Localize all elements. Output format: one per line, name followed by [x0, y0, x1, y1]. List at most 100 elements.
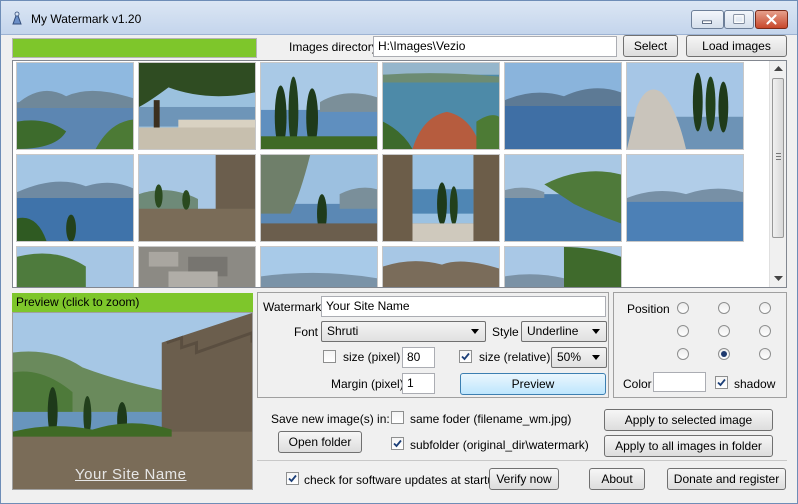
same-folder-checkbox[interactable] [391, 411, 404, 424]
save-location-label: Save new image(s) in: [271, 412, 390, 426]
font-label: Font [294, 325, 319, 339]
position-radio-r0-c0[interactable] [677, 302, 689, 314]
color-swatch[interactable] [653, 372, 706, 392]
load-progress-bar [12, 38, 257, 58]
cypress-photo [261, 63, 377, 149]
mountain-photo [17, 247, 133, 287]
style-select-value: Underline [527, 324, 579, 338]
maximize-icon [733, 14, 745, 24]
stone-gate-photo [383, 155, 499, 241]
castle-wall-photo [139, 155, 255, 241]
lake-mountain-photo [505, 63, 621, 149]
size-relative-value: 50% [557, 350, 582, 364]
title-bar: My Watermark v1.20 [1, 1, 797, 35]
preview-image[interactable]: Your Site Name [12, 312, 253, 490]
thumbnail[interactable] [626, 62, 744, 150]
image-gallery [12, 60, 787, 288]
close-icon [766, 14, 777, 25]
thumbnail[interactable] [504, 154, 622, 242]
apply-selected-button[interactable]: Apply to selected image [604, 409, 773, 431]
verify-now-button[interactable]: Verify now [489, 468, 559, 490]
images-directory-label: Images directory [289, 40, 378, 54]
minimize-button[interactable] [691, 10, 724, 29]
thumbnail[interactable] [626, 154, 744, 242]
font-select-value: Shruti [327, 324, 359, 338]
color-label: Color [623, 377, 652, 391]
position-radio-r2-c2[interactable] [759, 348, 771, 360]
style-select[interactable]: Underline [521, 321, 607, 342]
position-radio-r1-c0[interactable] [677, 325, 689, 337]
load-images-button[interactable]: Load images [686, 35, 787, 57]
thumbnail[interactable] [16, 154, 134, 242]
chevron-down-icon [471, 329, 479, 334]
apply-all-button[interactable]: Apply to all images in folder [604, 435, 773, 457]
watermark-label: Watermark [263, 300, 322, 314]
position-radio-r2-c1[interactable] [718, 348, 730, 360]
subfolder-checkbox[interactable] [391, 437, 404, 450]
position-radio-r1-c2[interactable] [759, 325, 771, 337]
thumbnail[interactable] [16, 246, 134, 287]
select-directory-button[interactable]: Select [623, 35, 678, 57]
maximize-button[interactable] [724, 10, 754, 29]
subfolder-label: subfolder (original_dir\watermark) [410, 438, 589, 452]
thumbnail[interactable] [504, 62, 622, 150]
thumbnail[interactable] [382, 62, 500, 150]
watermark-text-input[interactable]: Your Site Name [321, 296, 606, 317]
minimize-icon [702, 20, 712, 24]
village-photo [383, 63, 499, 149]
style-label: Style [492, 325, 519, 339]
position-label: Position [627, 302, 670, 316]
close-button[interactable] [755, 10, 788, 29]
watermark-app-icon [12, 11, 22, 25]
thumbnail[interactable] [260, 246, 378, 287]
lake-photo [17, 63, 133, 149]
footer-divider [257, 460, 787, 461]
shadow-checkbox[interactable] [715, 376, 728, 389]
position-radio-r0-c1[interactable] [718, 302, 730, 314]
thumbnail[interactable] [260, 154, 378, 242]
thumbnail[interactable] [16, 62, 134, 150]
shadow-label: shadow [734, 377, 776, 391]
chevron-down-icon [592, 329, 600, 334]
preview-button[interactable]: Preview [460, 373, 606, 395]
images-directory-input[interactable]: H:\Images\Vezio [373, 36, 617, 57]
scroll-up-icon[interactable] [774, 66, 783, 72]
scroll-down-icon[interactable] [774, 276, 783, 282]
lake-panorama-photo [627, 155, 743, 241]
about-button[interactable]: About [589, 468, 645, 490]
font-select[interactable]: Shruti [321, 321, 486, 342]
open-folder-button[interactable]: Open folder [278, 431, 362, 453]
preview-header: Preview (click to zoom) [12, 293, 253, 312]
thumbnail[interactable] [260, 62, 378, 150]
thumbnail[interactable] [138, 154, 256, 242]
margin-input[interactable]: 1 [402, 373, 435, 394]
stone-texture-photo [139, 247, 255, 287]
size-pixel-label: size (pixel) [343, 350, 401, 364]
margin-label: Margin (pixel) [331, 377, 404, 391]
thumbnail[interactable] [138, 62, 256, 150]
check-updates-checkbox[interactable] [286, 472, 299, 485]
chevron-down-icon [592, 355, 600, 360]
gallery-scrollbar[interactable] [769, 61, 786, 287]
position-radio-r2-c0[interactable] [677, 348, 689, 360]
lake-photo [17, 155, 133, 241]
thumbnail[interactable] [504, 246, 622, 287]
size-pixel-input[interactable]: 80 [402, 347, 435, 368]
size-relative-checkbox[interactable] [459, 350, 472, 363]
preview-photo [13, 313, 252, 489]
thumbnail[interactable] [382, 154, 500, 242]
size-pixel-checkbox[interactable] [323, 350, 336, 363]
size-relative-label: size (relative) [479, 350, 551, 364]
check-updates-label: check for software updates at startup [304, 473, 501, 487]
position-radio-r0-c2[interactable] [759, 302, 771, 314]
thumbnail[interactable] [382, 246, 500, 287]
scrollbar-thumb[interactable] [772, 78, 784, 238]
size-relative-select[interactable]: 50% [551, 347, 607, 368]
thumbnail[interactable] [138, 246, 256, 287]
position-radio-r1-c1[interactable] [718, 325, 730, 337]
same-folder-label: same foder (filename_wm.jpg) [410, 412, 572, 426]
statue-photo [627, 63, 743, 149]
donate-register-button[interactable]: Donate and register [667, 468, 786, 490]
watermark-overlay-text: Your Site Name [75, 466, 187, 483]
window-title: My Watermark v1.20 [31, 12, 142, 26]
